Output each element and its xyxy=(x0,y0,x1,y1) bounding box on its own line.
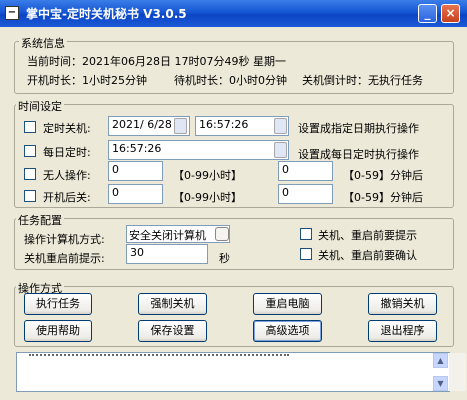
need-confirm-checkbox[interactable] xyxy=(300,248,312,260)
boot-hours-value: 0 xyxy=(112,186,119,199)
idle-text: 待机时长：0小时0分钟 xyxy=(174,74,287,87)
time-spinner[interactable] xyxy=(274,118,287,134)
idle-label: 无人操作: xyxy=(43,169,91,182)
timeset-legend: 时间设定 xyxy=(16,98,64,114)
need-prompt-checkbox[interactable] xyxy=(300,228,312,240)
log-text-fragment xyxy=(29,354,289,358)
timed-shutdown-label: 定时关机: xyxy=(43,122,91,135)
log-scrollbar[interactable] xyxy=(449,353,466,391)
execute-button[interactable]: 执行任务 xyxy=(24,293,92,315)
mode-label: 操作计算机方式: xyxy=(24,233,105,246)
prompt-unit: 秒 xyxy=(219,252,230,265)
cancel-shutdown-button[interactable]: 撤销关机 xyxy=(368,293,437,315)
mode-dropdown-button[interactable] xyxy=(215,227,229,241)
daily-hint: 设置成每日定时执行操作 xyxy=(298,148,419,161)
daily-label: 每日定时: xyxy=(43,146,91,159)
daily-spinner[interactable] xyxy=(274,142,287,158)
idle-minutes-unit: 【0-59】分钟后 xyxy=(343,169,423,182)
after-boot-label: 开机后关: xyxy=(43,191,91,204)
window-title: 掌中宝-定时关机秘书 V3.0.5 xyxy=(26,7,187,21)
sysinfo-legend: 系统信息 xyxy=(19,35,67,51)
restart-button[interactable]: 重启电脑 xyxy=(253,293,322,315)
date-spinner[interactable] xyxy=(174,118,187,134)
help-button[interactable]: 使用帮助 xyxy=(24,320,92,342)
message-log-box[interactable] xyxy=(16,352,466,392)
boot-hours-unit: 【0-99小时】 xyxy=(173,191,242,204)
app-icon[interactable]: − xyxy=(5,6,19,20)
title-bar[interactable]: − 掌中宝-定时关机秘书 V3.0.5 _ × xyxy=(0,0,467,27)
idle-checkbox[interactable] xyxy=(24,168,36,180)
daily-time-value: 16:57:26 xyxy=(112,142,162,155)
mode-value: 安全关闭计算机 xyxy=(129,229,206,242)
idle-hours-input[interactable]: 0 xyxy=(108,161,163,181)
date-value: 2021/ 6/28 xyxy=(112,118,172,131)
current-time-text: 当前时间：2021年06月28日 17时07分49秒 星期一 xyxy=(27,55,286,68)
boot-hours-input[interactable]: 0 xyxy=(108,184,163,204)
boot-minutes-value: 0 xyxy=(282,186,289,199)
date-hint: 设置成指定日期执行操作 xyxy=(298,122,419,135)
main-window: − 掌中宝-定时关机秘书 V3.0.5 _ × 系统信息 当前时间：2021年0… xyxy=(0,0,467,400)
prompt-seconds-value: 30 xyxy=(130,246,144,259)
idle-hours-unit: 【0-99小时】 xyxy=(173,169,242,182)
scroll-up-arrow[interactable]: ▲ xyxy=(433,353,448,368)
idle-minutes-value: 0 xyxy=(282,163,289,176)
need-confirm-label: 关机、重启前要确认 xyxy=(318,249,417,262)
force-shutdown-button[interactable]: 强制关机 xyxy=(138,293,207,315)
uptime-text: 开机时长：1小时25分钟 xyxy=(27,74,147,87)
boot-minutes-unit: 【0-59】分钟后 xyxy=(343,191,423,204)
after-boot-checkbox[interactable] xyxy=(24,190,36,202)
prompt-seconds-input[interactable]: 30 xyxy=(126,244,208,264)
need-prompt-label: 关机、重启前要提示 xyxy=(318,229,417,242)
idle-hours-value: 0 xyxy=(112,163,119,176)
save-settings-button[interactable]: 保存设置 xyxy=(138,320,207,342)
timed-shutdown-checkbox[interactable] xyxy=(24,121,36,133)
daily-time-field[interactable]: 16:57:26 xyxy=(108,140,289,160)
idle-minutes-input[interactable]: 0 xyxy=(278,161,333,181)
time-value: 16:57:26 xyxy=(199,118,249,131)
boot-minutes-input[interactable]: 0 xyxy=(278,184,333,204)
prompt-label: 关机重启前提示: xyxy=(24,252,105,265)
daily-checkbox[interactable] xyxy=(24,145,36,157)
advanced-options-button[interactable]: 高级选项 xyxy=(253,320,322,342)
minimize-button[interactable]: _ xyxy=(418,4,437,23)
scroll-down-arrow[interactable]: ▼ xyxy=(433,376,448,391)
countdown-text: 关机倒计时：无执行任务 xyxy=(302,74,423,87)
exit-button[interactable]: 退出程序 xyxy=(368,320,437,342)
close-button[interactable]: × xyxy=(441,4,460,23)
taskcfg-legend: 任务配置 xyxy=(16,212,64,228)
